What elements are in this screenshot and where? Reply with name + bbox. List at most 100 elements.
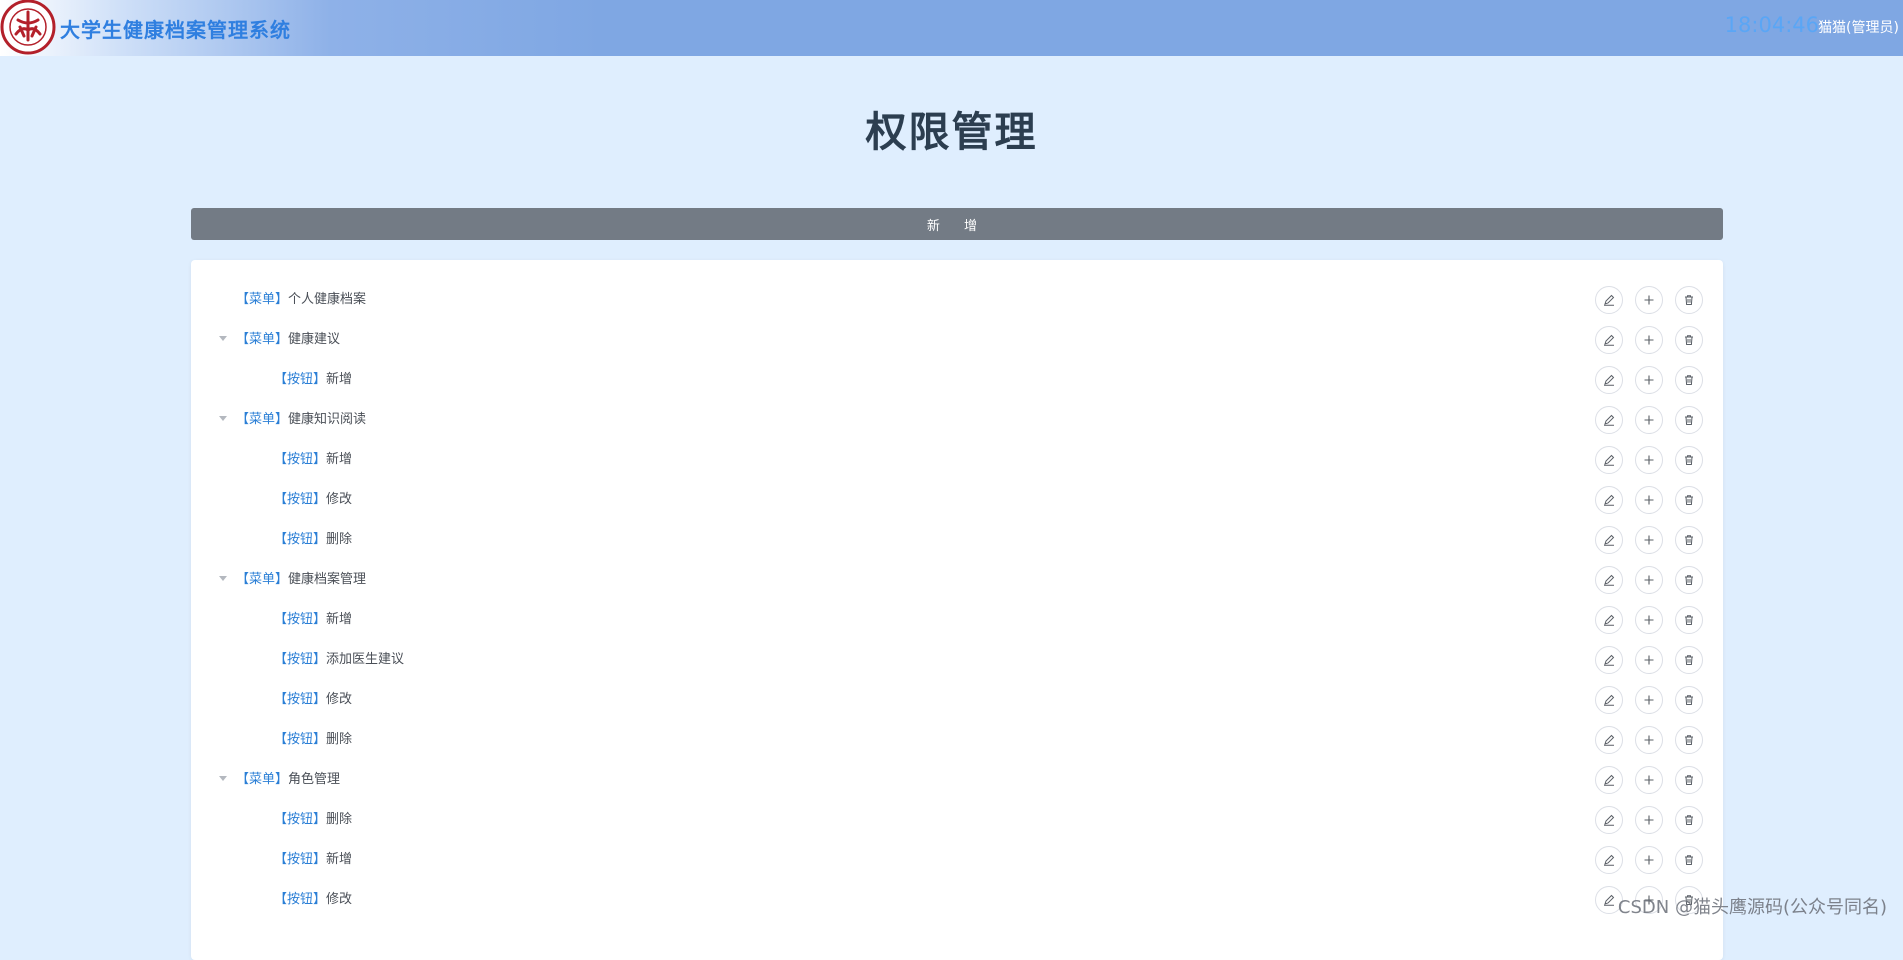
edit-button[interactable] xyxy=(1595,326,1623,354)
add-child-button[interactable] xyxy=(1635,846,1663,874)
delete-button[interactable] xyxy=(1675,726,1703,754)
tree-row[interactable]: 【菜单】角色管理 xyxy=(191,760,1723,800)
tree-row[interactable]: 【菜单】健康建议 xyxy=(191,320,1723,360)
edit-icon xyxy=(1603,334,1615,346)
plus-icon xyxy=(1643,734,1655,746)
row-actions xyxy=(1595,526,1703,554)
delete-button[interactable] xyxy=(1675,606,1703,634)
plus-icon xyxy=(1643,374,1655,386)
edit-button[interactable] xyxy=(1595,646,1623,674)
tree-row[interactable]: 【按钮】修改 xyxy=(191,880,1723,920)
add-child-button[interactable] xyxy=(1635,446,1663,474)
row-actions xyxy=(1595,286,1703,314)
edit-button[interactable] xyxy=(1595,406,1623,434)
delete-button[interactable] xyxy=(1675,446,1703,474)
node-name: 新增 xyxy=(326,612,353,627)
add-child-button[interactable] xyxy=(1635,286,1663,314)
node-name: 健康档案管理 xyxy=(288,572,367,587)
edit-button[interactable] xyxy=(1595,366,1623,394)
tree-row[interactable]: 【按钮】新增 xyxy=(191,440,1723,480)
row-actions xyxy=(1595,366,1703,394)
top-bar: 大学生健康档案管理系统 18:04:46 猫猫(管理员) xyxy=(0,0,1903,56)
expand-caret-icon[interactable] xyxy=(219,416,227,421)
delete-button[interactable] xyxy=(1675,526,1703,554)
tree-row[interactable]: 【按钮】删除 xyxy=(191,720,1723,760)
tree-node-label: 【按钮】删除 xyxy=(274,532,352,548)
delete-button[interactable] xyxy=(1675,686,1703,714)
expand-caret-icon[interactable] xyxy=(219,776,227,781)
add-child-button[interactable] xyxy=(1635,686,1663,714)
tree-row[interactable]: 【按钮】添加医生建议 xyxy=(191,640,1723,680)
tree-row[interactable]: 【按钮】新增 xyxy=(191,360,1723,400)
tree-row[interactable]: 【按钮】新增 xyxy=(191,840,1723,880)
node-name: 修改 xyxy=(326,492,353,507)
user-menu[interactable]: 猫猫(管理员) xyxy=(1818,17,1899,37)
delete-button[interactable] xyxy=(1675,646,1703,674)
tree-node-label: 【按钮】修改 xyxy=(274,492,352,508)
tree-node-label: 【按钮】修改 xyxy=(274,892,352,908)
edit-button[interactable] xyxy=(1595,766,1623,794)
add-child-button[interactable] xyxy=(1635,606,1663,634)
tree-row[interactable]: 【按钮】新增 xyxy=(191,600,1723,640)
edit-button[interactable] xyxy=(1595,486,1623,514)
edit-icon xyxy=(1603,574,1615,586)
page-title: 权限管理 xyxy=(865,108,1038,156)
tree-row[interactable]: 【按钮】修改 xyxy=(191,680,1723,720)
delete-icon xyxy=(1683,574,1695,586)
add-child-button[interactable] xyxy=(1635,526,1663,554)
row-actions xyxy=(1595,566,1703,594)
delete-button[interactable] xyxy=(1675,286,1703,314)
node-type-tag: 【菜单】 xyxy=(236,572,289,587)
tree-node-label: 【菜单】个人健康档案 xyxy=(236,292,366,308)
delete-button[interactable] xyxy=(1675,566,1703,594)
edit-button[interactable] xyxy=(1595,726,1623,754)
tree-node-label: 【菜单】健康建议 xyxy=(236,332,340,348)
edit-button[interactable] xyxy=(1595,526,1623,554)
plus-icon xyxy=(1643,614,1655,626)
tree-row[interactable]: 【按钮】删除 xyxy=(191,520,1723,560)
delete-button[interactable] xyxy=(1675,326,1703,354)
edit-button[interactable] xyxy=(1595,846,1623,874)
edit-button[interactable] xyxy=(1595,446,1623,474)
node-type-tag: 【按钮】 xyxy=(274,612,327,627)
expand-caret-icon[interactable] xyxy=(219,336,227,341)
tree-row[interactable]: 【菜单】个人健康档案 xyxy=(191,280,1723,320)
row-actions xyxy=(1595,326,1703,354)
delete-button[interactable] xyxy=(1675,366,1703,394)
delete-icon xyxy=(1683,294,1695,306)
edit-button[interactable] xyxy=(1595,606,1623,634)
delete-icon xyxy=(1683,454,1695,466)
tree-row[interactable]: 【按钮】删除 xyxy=(191,800,1723,840)
delete-button[interactable] xyxy=(1675,406,1703,434)
delete-button[interactable] xyxy=(1675,806,1703,834)
tree-row[interactable]: 【菜单】健康知识阅读 xyxy=(191,400,1723,440)
expand-caret-icon[interactable] xyxy=(219,576,227,581)
tree-row[interactable]: 【按钮】修改 xyxy=(191,480,1723,520)
add-child-button[interactable] xyxy=(1635,646,1663,674)
add-child-button[interactable] xyxy=(1635,766,1663,794)
edit-icon xyxy=(1603,894,1615,906)
add-button[interactable]: 新 增 xyxy=(191,208,1723,240)
edit-button[interactable] xyxy=(1595,686,1623,714)
plus-icon xyxy=(1643,854,1655,866)
add-child-button[interactable] xyxy=(1635,406,1663,434)
add-child-button[interactable] xyxy=(1635,566,1663,594)
edit-button[interactable] xyxy=(1595,286,1623,314)
add-child-button[interactable] xyxy=(1635,726,1663,754)
edit-button[interactable] xyxy=(1595,566,1623,594)
node-name: 健康知识阅读 xyxy=(288,412,367,427)
tree-node-label: 【菜单】健康知识阅读 xyxy=(236,412,366,428)
edit-icon xyxy=(1603,614,1615,626)
add-child-button[interactable] xyxy=(1635,366,1663,394)
tree-node-label: 【按钮】新增 xyxy=(274,452,352,468)
delete-button[interactable] xyxy=(1675,766,1703,794)
node-name: 删除 xyxy=(326,532,353,547)
tree-row[interactable]: 【菜单】健康档案管理 xyxy=(191,560,1723,600)
edit-button[interactable] xyxy=(1595,806,1623,834)
delete-button[interactable] xyxy=(1675,846,1703,874)
add-child-button[interactable] xyxy=(1635,806,1663,834)
add-child-button[interactable] xyxy=(1635,486,1663,514)
delete-button[interactable] xyxy=(1675,486,1703,514)
add-child-button[interactable] xyxy=(1635,326,1663,354)
plus-icon xyxy=(1643,694,1655,706)
